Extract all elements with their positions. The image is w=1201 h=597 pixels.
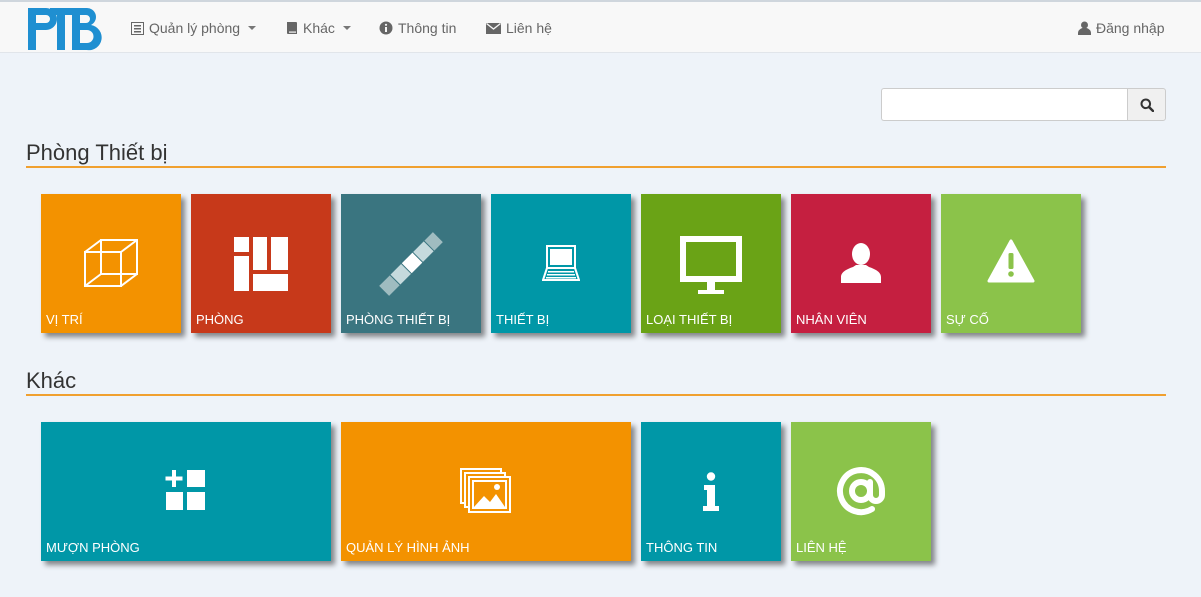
nav-lien-he[interactable]: Liên hệ bbox=[486, 19, 552, 37]
tile-lien-he[interactable]: LIÊN HỆ bbox=[791, 422, 931, 561]
images-icon bbox=[460, 468, 511, 513]
book-icon bbox=[287, 22, 297, 34]
section-title-khac: Khác bbox=[26, 368, 77, 393]
tile-label: PHÒNG bbox=[196, 312, 244, 327]
tile-label: VỊ TRÍ bbox=[46, 312, 83, 327]
section-title-phong-thiet-bi: Phòng Thiết bị bbox=[26, 140, 168, 165]
tile-nhan-vien[interactable]: NHÂN VIÊN bbox=[791, 194, 931, 333]
chevron-down-icon bbox=[342, 26, 351, 30]
login-link[interactable]: Đăng nhập bbox=[1078, 19, 1165, 37]
tile-vi-tri[interactable]: VỊ TRÍ bbox=[41, 194, 181, 333]
tile-label: LOẠI THIẾT BỊ bbox=[646, 312, 733, 327]
user-icon bbox=[1078, 21, 1091, 35]
tile-thong-tin[interactable]: THÔNG TIN bbox=[641, 422, 781, 561]
tile-phong[interactable]: PHÒNG bbox=[191, 194, 331, 333]
nav-lien-he-label: Liên hệ bbox=[506, 20, 552, 36]
section-divider bbox=[26, 166, 1166, 168]
tile-label: QUẢN LÝ HÌNH ẢNH bbox=[346, 540, 470, 555]
nav-thong-tin[interactable]: Thông tin bbox=[379, 19, 456, 37]
at-icon bbox=[837, 467, 885, 516]
search-icon bbox=[1140, 98, 1154, 112]
tile-phong-thiet-bi[interactable]: PHÒNG THIẾT BỊ bbox=[341, 194, 481, 333]
tile-label: THÔNG TIN bbox=[646, 540, 718, 555]
section-divider bbox=[26, 394, 1166, 396]
cube-icon bbox=[84, 239, 138, 287]
tile-label: LIÊN HỆ bbox=[796, 540, 847, 555]
search-form bbox=[881, 88, 1166, 121]
tile-loai-thiet-bi[interactable]: LOẠI THIẾT BỊ bbox=[641, 194, 781, 333]
tile-quan-ly-hinh-anh[interactable]: QUẢN LÝ HÌNH ẢNH bbox=[341, 422, 631, 561]
laptop-icon bbox=[542, 245, 580, 281]
warning-icon bbox=[987, 239, 1035, 283]
floorplan-icon bbox=[234, 237, 288, 291]
tile-label: MƯỢN PHÒNG bbox=[46, 540, 140, 555]
search-button[interactable] bbox=[1127, 88, 1166, 121]
tile-label: PHÒNG THIẾT BỊ bbox=[346, 312, 451, 327]
nav-quan-ly-phong-label: Quản lý phòng bbox=[149, 20, 241, 36]
nav-khac[interactable]: Khác bbox=[286, 19, 351, 37]
list-icon bbox=[131, 21, 144, 35]
tile-muon-phong[interactable]: MƯỢN PHÒNG bbox=[41, 422, 331, 561]
tile-su-co[interactable]: SỰ CỐ bbox=[941, 194, 1081, 333]
chevron-down-icon bbox=[248, 26, 257, 30]
info-icon bbox=[703, 472, 719, 511]
nav-khac-label: Khác bbox=[303, 20, 335, 36]
envelope-icon bbox=[486, 22, 501, 34]
tile-thiet-bi[interactable]: THIẾT BỊ bbox=[491, 194, 631, 333]
brand-logo[interactable] bbox=[24, 4, 102, 52]
tile-label: THIẾT BỊ bbox=[496, 312, 550, 327]
nav-quan-ly-phong[interactable]: Quản lý phòng bbox=[131, 19, 257, 37]
add-grid-icon bbox=[165, 470, 205, 510]
ruler-icon bbox=[379, 232, 443, 296]
info-circle-icon bbox=[379, 21, 393, 35]
nav-thong-tin-label: Thông tin bbox=[398, 20, 457, 36]
tile-label: NHÂN VIÊN bbox=[796, 312, 867, 327]
search-input[interactable] bbox=[881, 88, 1127, 121]
navbar: Quản lý phòng Khác Thông tin Liên hệ Đăn… bbox=[0, 2, 1201, 53]
person-icon bbox=[841, 243, 881, 283]
monitor-icon bbox=[680, 236, 742, 294]
login-label: Đăng nhập bbox=[1096, 20, 1165, 36]
tile-label: SỰ CỐ bbox=[946, 312, 989, 327]
